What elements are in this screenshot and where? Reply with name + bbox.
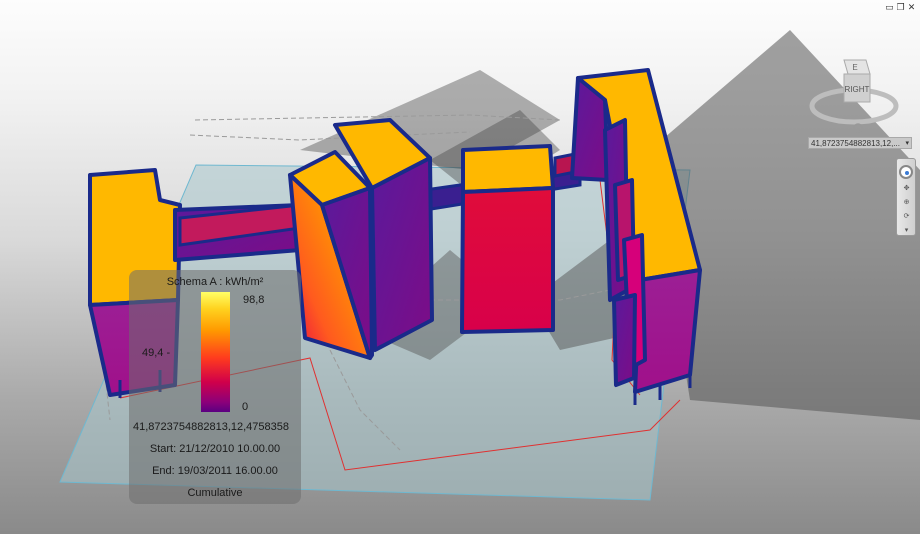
legend-min-label: 0 [242, 401, 249, 413]
navigation-bar[interactable]: ✥ ⊕ ⟳ ▾ [896, 158, 916, 236]
coordinate-display[interactable]: 41,8723754882813,12,... ▾ [808, 137, 912, 149]
chevron-down-icon[interactable]: ▾ [903, 227, 910, 234]
legend-mid-label: 49,4 - [142, 347, 171, 359]
pan-icon[interactable]: ✥ [903, 185, 910, 192]
legend-start-date: Start: 21/12/2010 10.00.00 [149, 443, 281, 455]
minimize-icon[interactable]: ▭ [885, 3, 894, 12]
analysis-legend: Schema A : kWh/m² 98,8 49,4 - 0 41,87237… [129, 270, 301, 504]
restore-icon[interactable]: ❐ [896, 3, 905, 12]
orbit-icon[interactable]: ⟳ [903, 213, 910, 220]
viewcube[interactable]: RIGHT E [808, 56, 908, 136]
legend-max-label: 98,8 [243, 294, 265, 306]
viewcube-face-label: RIGHT [845, 85, 870, 94]
building-center [460, 144, 555, 334]
legend-title: Schema A : kWh/m² [166, 276, 264, 288]
steering-wheel-icon[interactable] [899, 165, 913, 179]
window-controls: ▭ ❐ ✕ [885, 3, 916, 12]
chevron-down-icon[interactable]: ▾ [905, 138, 909, 148]
coordinate-value: 41,8723754882813,12,... [811, 139, 900, 148]
zoom-icon[interactable]: ⊕ [903, 199, 910, 206]
close-icon[interactable]: ✕ [907, 3, 916, 12]
legend-mode: Cumulative [187, 487, 243, 499]
home-icon[interactable] [853, 123, 863, 133]
3d-viewport[interactable]: ▭ ❐ ✕ RIGHT E 41,8723754882813,12,... ▾ … [0, 0, 920, 534]
legend-end-date: End: 19/03/2011 16.00.00 [152, 465, 278, 477]
color-scale-bar [201, 292, 230, 412]
building-center-left [288, 118, 434, 360]
legend-coordinates: 41,8723754882813,12,4758358 [133, 421, 289, 433]
viewcube-compass-label[interactable]: E [852, 63, 857, 72]
